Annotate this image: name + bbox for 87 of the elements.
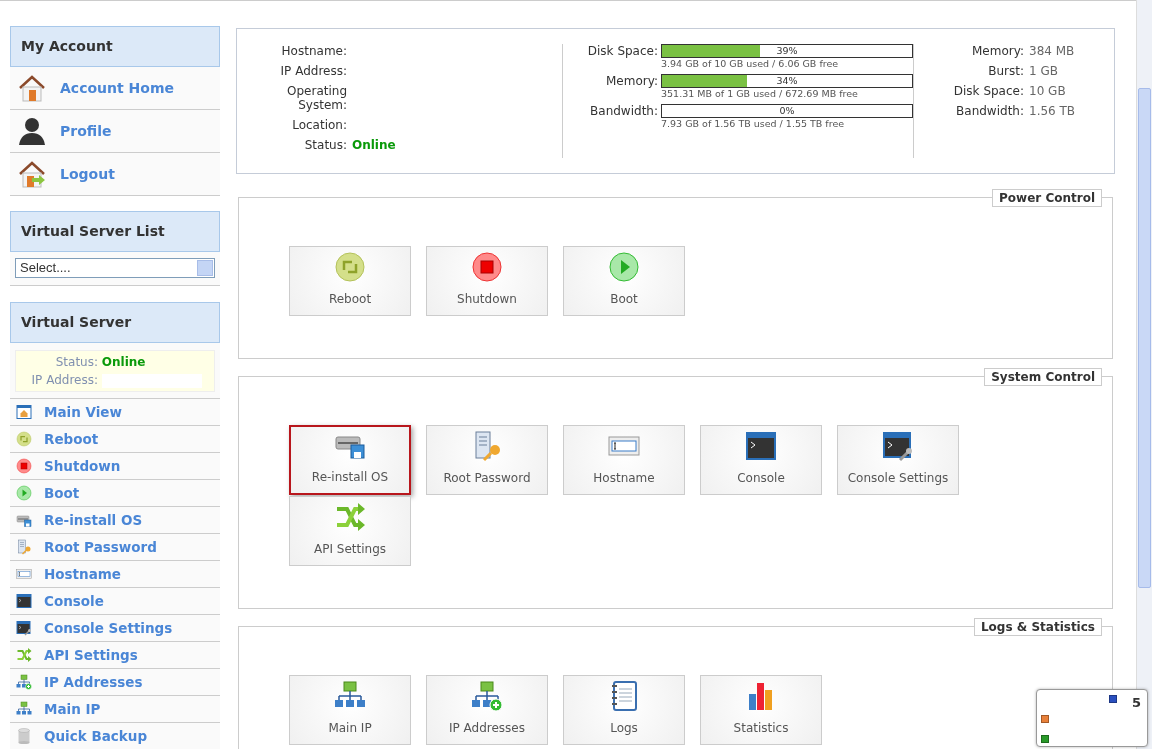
shuffle-arrows-icon	[16, 647, 32, 663]
field-label: Burst:	[987, 64, 1024, 78]
usage-detail: 3.94 GB of 10 GB used / 6.06 GB free	[661, 58, 840, 70]
status-value: Online	[352, 138, 396, 152]
sidebar-link[interactable]: IP Addresses	[10, 669, 220, 696]
server-select[interactable]: Select....	[15, 258, 215, 278]
field-value: 10 GB	[1029, 84, 1066, 98]
sidebar-link[interactable]: Profile	[10, 110, 220, 153]
play-icon	[608, 251, 640, 283]
field-label: Status:	[303, 138, 347, 152]
status-value: Online	[101, 355, 146, 369]
terminal-icon	[16, 593, 32, 609]
action-tile[interactable]: Console	[700, 425, 822, 495]
field-label: Memory:	[971, 44, 1024, 58]
action-tile[interactable]: Logs	[563, 675, 685, 745]
panel-header: Virtual Server List	[10, 211, 220, 252]
sidebar-link[interactable]: Console Settings	[10, 615, 220, 642]
action-tile[interactable]: Console Settings	[837, 425, 959, 495]
text-field-icon	[16, 566, 32, 582]
percent-label: 39%	[775, 45, 799, 57]
user-icon	[16, 115, 48, 147]
sidebar-link[interactable]: Quick Backup	[10, 723, 220, 749]
window-house-icon	[16, 404, 32, 420]
usage-detail: 351.31 MB of 1 GB used / 672.69 MB free	[661, 88, 859, 100]
square-icon	[1109, 695, 1117, 703]
sidebar-link[interactable]: Boot	[10, 480, 220, 507]
network-plus-icon	[471, 680, 503, 712]
sidebar-link[interactable]: Account Home	[10, 67, 220, 110]
sidebar-link[interactable]: Main IP	[10, 696, 220, 723]
action-tile[interactable]: Boot	[563, 246, 685, 316]
action-tile[interactable]: API Settings	[289, 496, 411, 566]
sidebar-link[interactable]: Root Password	[10, 534, 220, 561]
panel-header: Virtual Server	[10, 302, 220, 343]
server-key-icon	[16, 539, 32, 555]
panel-header: My Account	[10, 26, 220, 67]
refresh-icon	[16, 431, 32, 447]
action-tile[interactable]: Shutdown	[426, 246, 548, 316]
field-label: Status:	[54, 354, 98, 371]
database-icon	[16, 728, 32, 744]
field-label: Operating System:	[286, 84, 347, 112]
section-title: Logs & Statistics	[973, 618, 1102, 636]
refresh-icon	[334, 251, 366, 283]
field-label: Bandwidth:	[589, 104, 658, 120]
action-tile[interactable]: Re-install OS	[289, 425, 411, 495]
field-label: IP Address:	[279, 64, 347, 78]
field-value: 1 GB	[1029, 64, 1058, 78]
field-label: IP Address:	[30, 372, 98, 389]
field-label: Memory:	[605, 74, 658, 90]
sidebar-link[interactable]: Reboot	[10, 426, 220, 453]
field-label: Hostname:	[280, 44, 347, 58]
sidebar-link[interactable]: Main View	[10, 399, 220, 426]
disk-drive-icon	[16, 512, 32, 528]
percent-label: 34%	[775, 75, 799, 87]
play-icon	[16, 485, 32, 501]
terminal-icon	[745, 430, 777, 462]
field-value: 384 MB	[1029, 44, 1075, 58]
square-icon	[1041, 735, 1049, 743]
stop-icon	[16, 458, 32, 474]
shuffle-arrows-icon	[334, 501, 366, 533]
usage-detail: 7.93 GB of 1.56 TB used / 1.55 TB free	[661, 118, 846, 130]
action-tile[interactable]: Statistics	[700, 675, 822, 745]
section-title: System Control	[984, 368, 1102, 386]
sidebar-link[interactable]: Logout	[10, 153, 220, 196]
stop-icon	[471, 251, 503, 283]
action-tile[interactable]: IP Addresses	[426, 675, 548, 745]
sidebar-link[interactable]: Hostname	[10, 561, 220, 588]
sidebar-link[interactable]: API Settings	[10, 642, 220, 669]
action-tile[interactable]: Hostname	[563, 425, 685, 495]
square-icon	[1041, 715, 1049, 723]
sidebar-link[interactable]: Shutdown	[10, 453, 220, 480]
terminal-wrench-icon	[882, 430, 914, 462]
field-value: 1.56 TB	[1029, 104, 1076, 118]
field-label: Bandwidth:	[955, 104, 1024, 118]
sidebar-link[interactable]: Re-install OS	[10, 507, 220, 534]
action-tile[interactable]: Main IP	[289, 675, 411, 745]
terminal-wrench-icon	[16, 620, 32, 636]
field-label: Disk Space:	[586, 44, 658, 60]
network-plus-icon	[16, 674, 32, 690]
network-icon	[16, 701, 32, 717]
action-tile[interactable]: Reboot	[289, 246, 411, 316]
sidebar-link[interactable]: Console	[10, 588, 220, 615]
percent-label: 0%	[778, 105, 796, 117]
field-label: Disk Space:	[952, 84, 1024, 98]
field-label: Location:	[291, 118, 347, 132]
action-tile[interactable]: Root Password	[426, 425, 548, 495]
section-title: Power Control	[992, 189, 1102, 207]
count-label: 5	[1131, 694, 1141, 712]
